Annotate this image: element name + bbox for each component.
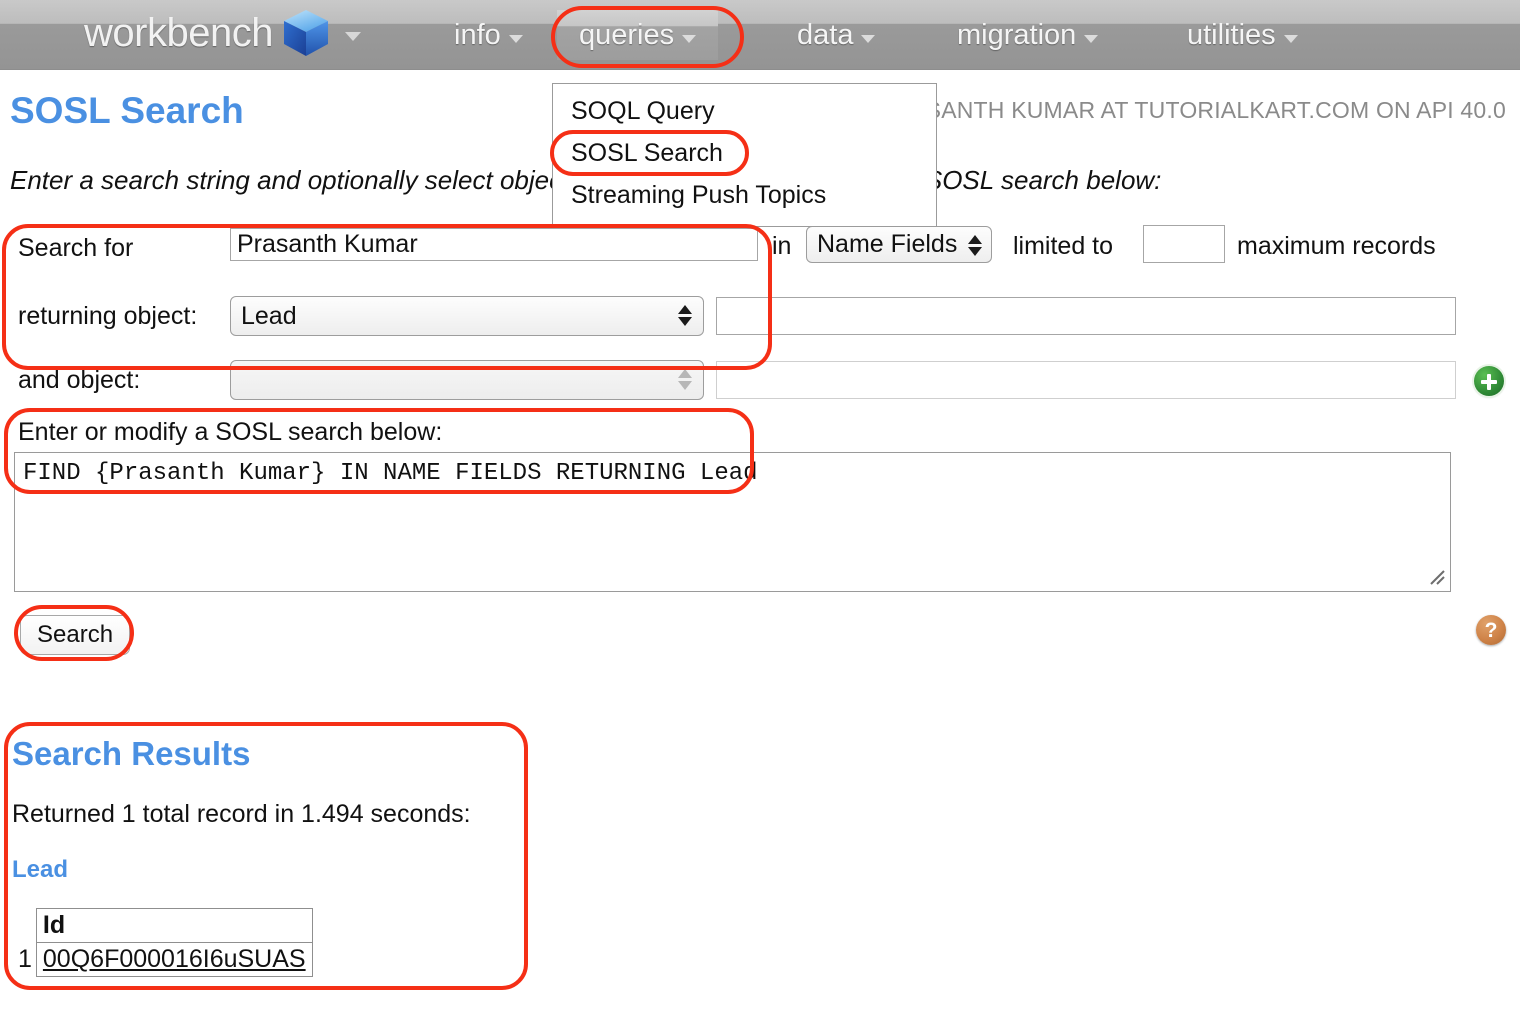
nav-item-data[interactable]: data <box>775 10 897 60</box>
dropdown-item-sosl-search[interactable]: SOSL Search <box>553 132 936 174</box>
nav-item-info-label: info <box>454 19 501 52</box>
nav-item-queries-label: queries <box>579 19 674 52</box>
in-label: in <box>772 226 791 266</box>
sosl-textarea-label: Enter or modify a SOSL search below: <box>18 418 442 447</box>
search-for-row: Search for in Name Fields limited to max… <box>0 228 1520 279</box>
top-navigation-bar: workbench <box>0 0 1520 70</box>
and-object-select[interactable] <box>230 360 704 400</box>
brand-label: workbench <box>84 7 273 59</box>
search-for-input[interactable] <box>230 228 758 261</box>
nav-queries-chevron-down-icon <box>682 35 696 43</box>
and-object-select-wrapper[interactable] <box>230 360 704 400</box>
returning-object-row: returning object: Lead <box>0 296 1520 347</box>
search-results-object-name: Lead <box>12 856 68 884</box>
page-root: workbench <box>0 0 1520 1010</box>
table-header-id: Id <box>36 909 312 943</box>
dropdown-item-soql-query[interactable]: SOQL Query <box>553 90 936 132</box>
nav-item-queries[interactable]: queries <box>557 10 718 60</box>
search-results-count: Returned 1 total record in 1.494 seconds… <box>12 800 471 829</box>
scope-select[interactable]: Name Fields <box>806 226 992 263</box>
cube-logo-icon <box>279 6 333 60</box>
brand-logo[interactable]: workbench <box>84 6 361 60</box>
nav-info-chevron-down-icon <box>509 35 523 43</box>
queries-dropdown-menu: SOQL Query SOSL Search Streaming Push To… <box>552 83 937 227</box>
plus-icon[interactable] <box>1474 366 1504 396</box>
nav-item-utilities-label: utilities <box>1187 19 1276 52</box>
maximum-records-label: maximum records <box>1237 226 1436 266</box>
search-results-title: Search Results <box>12 735 250 773</box>
limited-to-label: limited to <box>1013 226 1113 266</box>
and-object-fields-input[interactable] <box>716 361 1456 399</box>
and-object-row: and object: <box>0 360 1520 411</box>
returning-object-select[interactable]: Lead <box>230 296 704 336</box>
dropdown-item-streaming-push-topics[interactable]: Streaming Push Topics <box>553 174 936 216</box>
user-session-info: SANTH KUMAR AT TUTORIALKART.COM ON API 4… <box>926 97 1506 124</box>
returning-object-label: returning object: <box>18 296 197 336</box>
nav-item-utilities[interactable]: utilities <box>1165 10 1320 60</box>
search-for-label: Search for <box>18 228 133 268</box>
brand-chevron-down-icon[interactable] <box>345 32 361 41</box>
nav-migration-chevron-down-icon <box>1084 35 1098 43</box>
search-results-table: Id 1 00Q6F000016I6uSUAS <box>12 908 313 977</box>
returning-object-fields-input[interactable] <box>716 297 1456 335</box>
nav-data-chevron-down-icon <box>861 35 875 43</box>
returning-object-select-wrapper[interactable]: Lead <box>230 296 704 336</box>
sosl-query-textarea[interactable] <box>14 452 1451 592</box>
record-id-link[interactable]: 00Q6F000016I6uSUAS <box>43 945 306 973</box>
nav-item-info[interactable]: info <box>432 10 545 60</box>
table-cell-id[interactable]: 00Q6F000016I6uSUAS <box>36 943 312 977</box>
table-row-number: 1 <box>12 943 36 977</box>
table-header-row: Id <box>12 909 312 943</box>
nav-item-migration[interactable]: migration <box>935 10 1120 60</box>
search-button[interactable]: Search <box>20 615 130 655</box>
and-object-label: and object: <box>18 360 140 400</box>
page-title: SOSL Search <box>10 90 244 132</box>
limit-input[interactable] <box>1143 225 1225 263</box>
search-form: Search for in Name Fields limited to max… <box>0 228 1520 411</box>
nav-item-migration-label: migration <box>957 19 1076 52</box>
nav-utilities-chevron-down-icon <box>1284 35 1298 43</box>
table-row: 1 00Q6F000016I6uSUAS <box>12 943 312 977</box>
table-corner-cell <box>12 909 36 943</box>
scope-select-wrapper[interactable]: Name Fields <box>806 226 992 263</box>
nav-item-data-label: data <box>797 19 853 52</box>
question-mark-icon[interactable]: ? <box>1476 615 1506 645</box>
